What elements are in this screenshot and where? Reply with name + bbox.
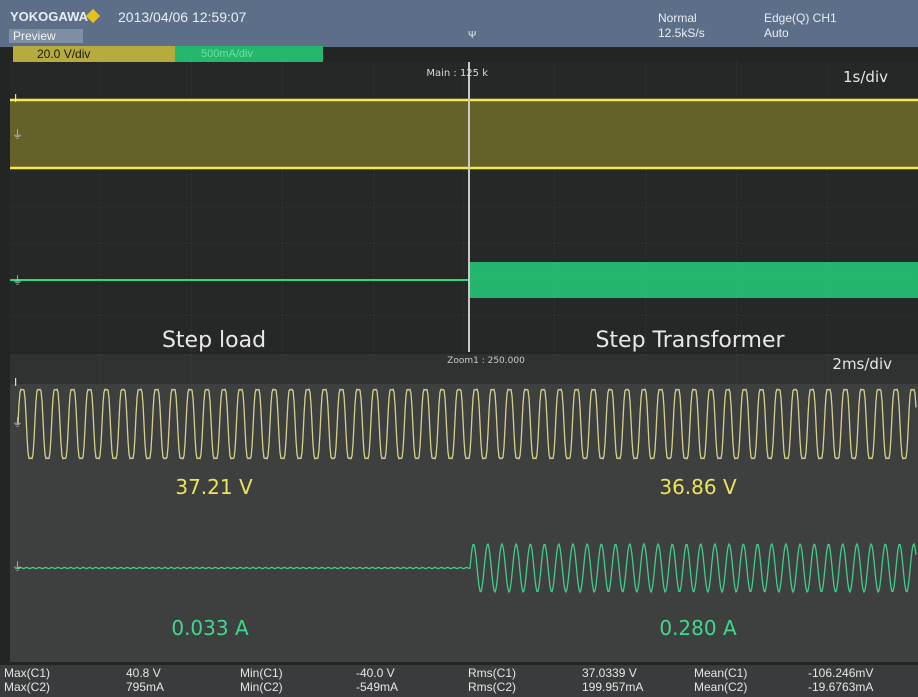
preview-badge: Preview bbox=[9, 29, 83, 43]
mean-c1-label: Mean(C1) bbox=[694, 666, 748, 680]
caption-step-transformer: Step Transformer bbox=[595, 328, 785, 353]
mean-c1-value: -106.246mV bbox=[808, 666, 874, 680]
zoom-label: Zoom1 : 250.000 bbox=[447, 356, 525, 366]
rms-c1-label: Rms(C1) bbox=[468, 666, 516, 680]
ch2-ground-icon: ⏚ bbox=[12, 274, 23, 287]
status-bar: YOKOGAWA 2013/04/06 12:59:07 Normal 12.5… bbox=[0, 0, 918, 47]
zoom-ch2-ground-icon: ⏚ bbox=[12, 560, 23, 573]
mean-c2-value: -19.6763mA bbox=[808, 680, 874, 694]
current-left: 0.033 A bbox=[171, 616, 249, 640]
zoom-trigger-icon: I bbox=[14, 376, 17, 389]
current-right: 0.280 A bbox=[659, 616, 737, 640]
trigger-mode[interactable]: Auto bbox=[764, 26, 789, 40]
caption-step-load: Step load bbox=[162, 328, 266, 353]
ch1-envelope bbox=[10, 100, 918, 168]
voltage-left: 37.21 V bbox=[175, 475, 253, 499]
max-c1-label: Max(C1) bbox=[4, 666, 51, 680]
max-c1-value: 40.8 V bbox=[126, 666, 161, 680]
brand-logo: YOKOGAWA bbox=[10, 9, 89, 24]
oscilloscope-screen: YOKOGAWA 2013/04/06 12:59:07 Normal 12.5… bbox=[0, 0, 918, 697]
acquisition-mode[interactable]: Normal bbox=[658, 11, 697, 25]
voltage-right: 36.86 V bbox=[659, 475, 737, 499]
channel-bar: 20.0 V/div 500mA/div bbox=[13, 46, 323, 62]
zoom-ch1-ground-icon: ⏚ bbox=[12, 416, 23, 429]
min-c1-value: -40.0 V bbox=[356, 666, 395, 680]
main-zoom-label: Main : 125 k bbox=[426, 68, 488, 79]
waveform-display: Main : 125 k 1s/div Step load Step Trans… bbox=[10, 62, 918, 662]
trigger-setting[interactable]: Edge(Q) CH1 bbox=[764, 11, 837, 25]
measurement-panel: Max(C1) Max(C2) 40.8 V 795mA Min(C1) Min… bbox=[0, 665, 918, 697]
ch1-scale[interactable]: 20.0 V/div bbox=[13, 46, 175, 62]
datetime: 2013/04/06 12:59:07 bbox=[118, 9, 247, 25]
rms-c1-value: 37.0339 V bbox=[582, 666, 637, 680]
mean-c2-label: Mean(C2) bbox=[694, 680, 748, 694]
ch2-envelope bbox=[470, 262, 918, 298]
sample-rate: 12.5kS/s bbox=[658, 26, 705, 40]
min-c1-label: Min(C1) bbox=[240, 666, 283, 680]
main-timebase: 1s/div bbox=[843, 68, 888, 86]
max-c2-value: 795mA bbox=[126, 680, 165, 694]
max-c2-label: Max(C2) bbox=[4, 680, 51, 694]
min-c2-label: Min(C2) bbox=[240, 680, 283, 694]
zoom-timebase: 2ms/div bbox=[832, 355, 892, 373]
ch2-scale[interactable]: 500mA/div bbox=[175, 46, 323, 62]
min-c2-value: -549mA bbox=[356, 680, 399, 694]
ch2-scale-label: 500mA/div bbox=[201, 48, 253, 60]
trigger-level-icon: I bbox=[14, 92, 17, 105]
rms-c2-value: 199.957mA bbox=[582, 680, 644, 694]
trigger-position-icon: Ψ bbox=[468, 30, 477, 41]
ch1-scale-label: 20.0 V/div bbox=[37, 47, 91, 61]
rms-c2-label: Rms(C2) bbox=[468, 680, 516, 694]
ch1-ground-icon: ⏚ bbox=[12, 128, 23, 141]
diamond-icon bbox=[85, 8, 101, 24]
